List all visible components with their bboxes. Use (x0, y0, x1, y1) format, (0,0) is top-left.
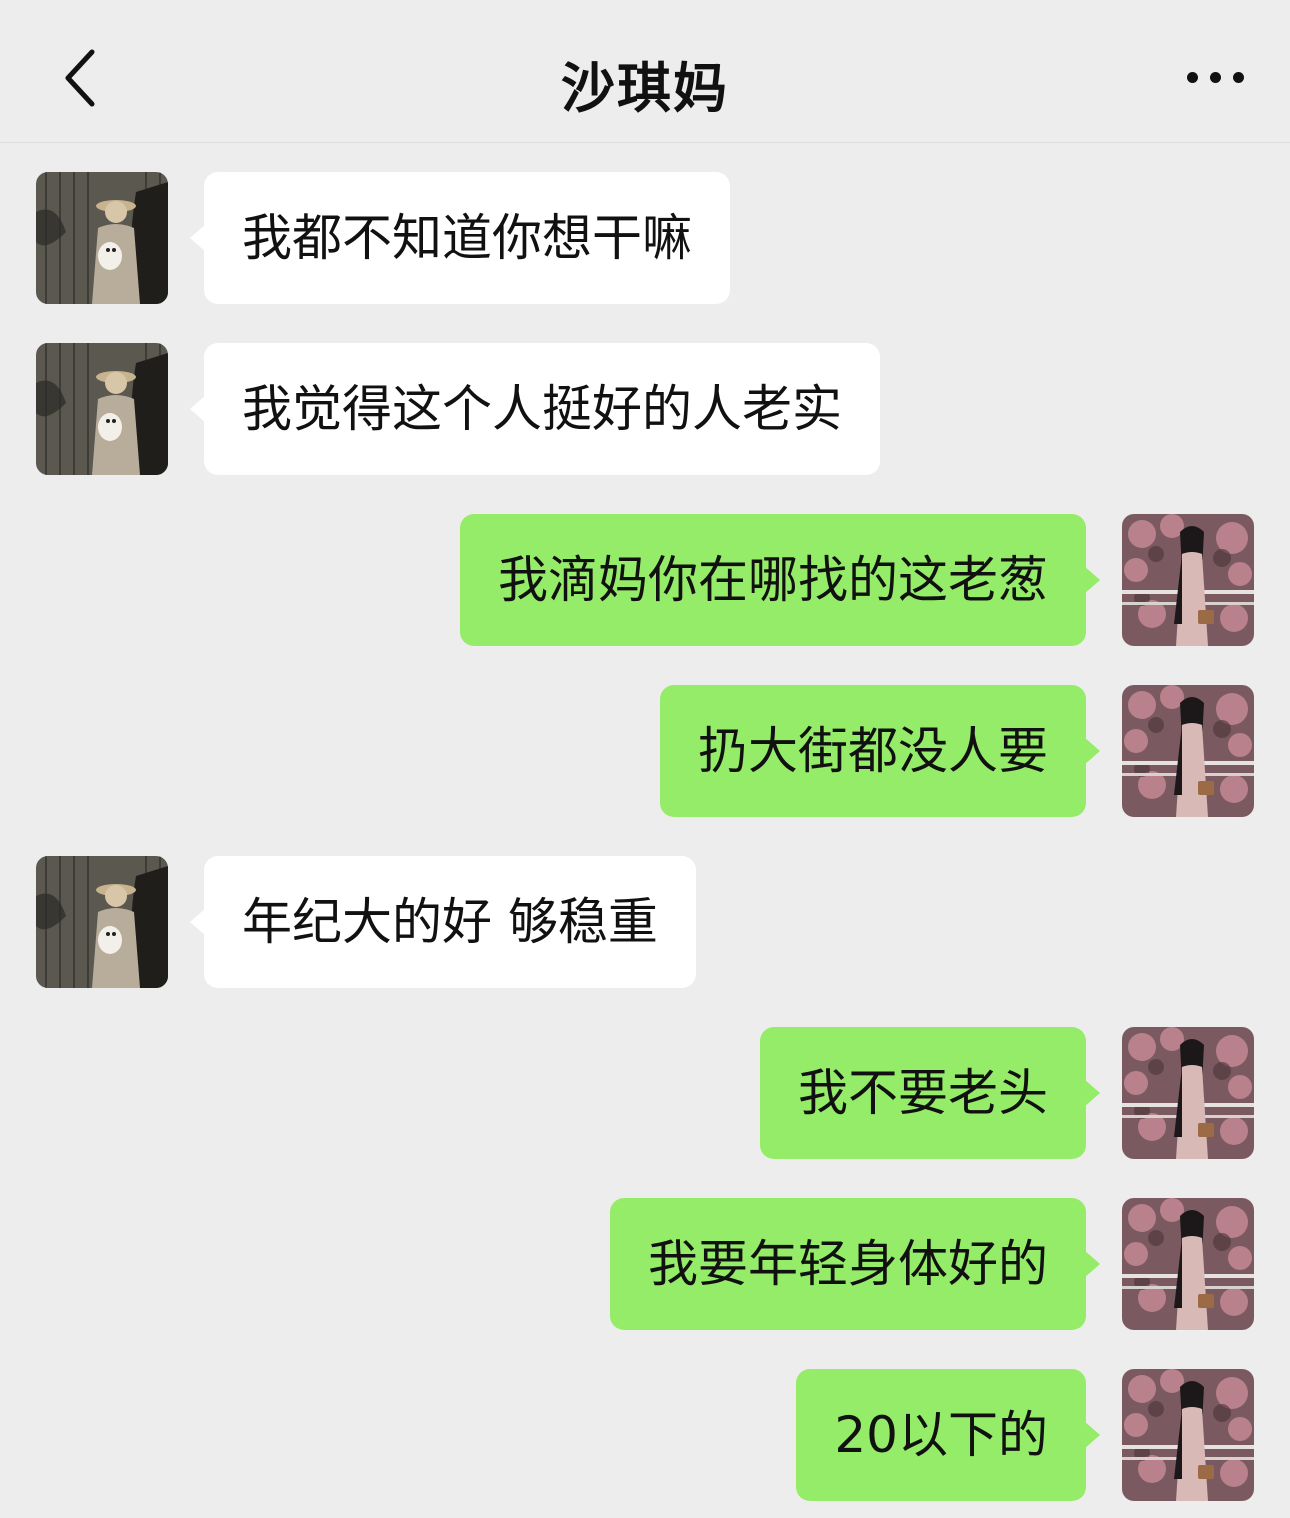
incoming-message-bubble[interactable]: 我觉得这个人挺好的人老实 (190, 343, 880, 475)
chat-title: 沙琪妈 (561, 57, 729, 120)
outgoing-message-bubble[interactable]: 我不要老头 (760, 1027, 1100, 1159)
message-row: 我不要老头 (0, 1027, 1290, 1159)
outgoing-message-bubble[interactable]: 扔大街都没人要 (660, 685, 1100, 817)
user-avatar[interactable] (1122, 514, 1254, 646)
message-row: 我都不知道你想干嘛 (0, 172, 1290, 304)
message-row: 年纪大的好 够稳重 (0, 856, 1290, 988)
more-dot (1232, 71, 1244, 83)
more-dot (1209, 71, 1221, 83)
contact-avatar[interactable] (36, 172, 168, 304)
message-row: 我滴妈你在哪找的这老葱 (0, 514, 1290, 646)
more-dots-icon (1186, 71, 1198, 83)
chat-header: 沙琪妈 (0, 0, 1290, 143)
incoming-message-bubble[interactable]: 我都不知道你想干嘛 (190, 172, 730, 304)
message-row: 我要年轻身体好的 (0, 1198, 1290, 1330)
message-row: 20以下的 (0, 1369, 1290, 1501)
user-avatar[interactable] (1122, 685, 1254, 817)
user-avatar[interactable] (1122, 1369, 1254, 1501)
incoming-message-bubble[interactable]: 年纪大的好 够稳重 (190, 856, 696, 988)
user-avatar[interactable] (1122, 1027, 1254, 1159)
outgoing-message-bubble[interactable]: 我滴妈你在哪找的这老葱 (460, 514, 1100, 646)
user-avatar[interactable] (1122, 1198, 1254, 1330)
contact-avatar[interactable] (36, 343, 168, 475)
message-row: 我觉得这个人挺好的人老实 (0, 343, 1290, 475)
message-row: 扔大街都没人要 (0, 685, 1290, 817)
more-button[interactable] (1170, 52, 1260, 102)
outgoing-message-bubble[interactable]: 20以下的 (796, 1369, 1100, 1501)
contact-avatar[interactable] (36, 856, 168, 988)
outgoing-message-bubble[interactable]: 我要年轻身体好的 (610, 1198, 1100, 1330)
